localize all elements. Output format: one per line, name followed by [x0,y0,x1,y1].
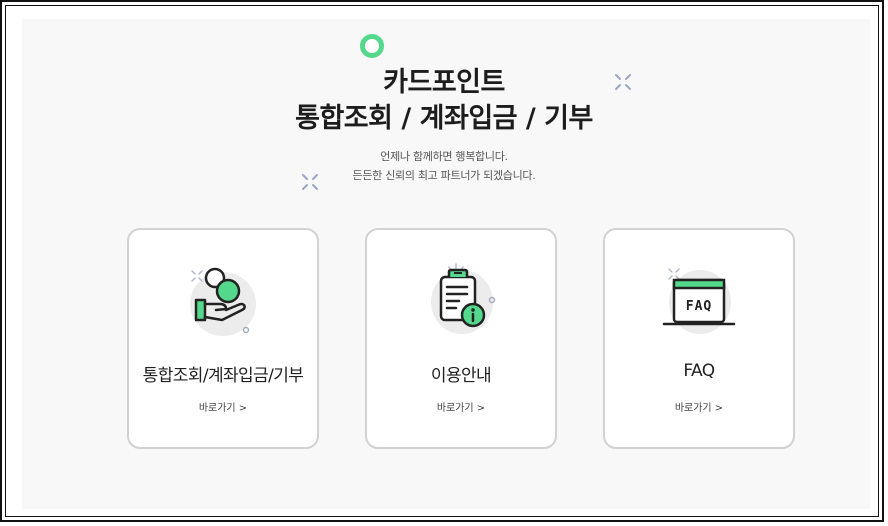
decorative-ring-icon [360,34,384,58]
go-link[interactable]: 바로가기 > [605,399,793,414]
card-label: 이용안내 [430,366,492,386]
page-title-line2: 통합조회 / 계좌입금 / 기부 [295,103,593,134]
page-subtitle-line1: 언제나 함께하면 행복합니다. [380,150,508,163]
faq-monitor-icon: FAQ [662,268,736,334]
card-usage-guide[interactable]: 이용안내 바로가기 > [365,228,557,449]
page-title-line1: 카드포인트 [383,67,505,98]
card-label: 통합조회/계좌입금/기부 [142,366,304,386]
faq-icon-text: FAQ [686,299,712,314]
card-faq[interactable]: FAQ FAQ 바로가기 > [603,228,795,449]
coin-hand-icon [190,267,256,336]
page-subtitle-line2: 든든한 신뢰의 최고 파트너가 되겠습니다. [352,169,536,182]
card-label: FAQ [683,361,715,381]
go-link[interactable]: 바로가기 > [129,399,317,414]
clipboard-info-icon [431,263,496,334]
card-inquiry-transfer-donation[interactable]: 통합조회/계좌입금/기부 바로가기 > [127,228,319,449]
go-link[interactable]: 바로가기 > [367,399,555,414]
